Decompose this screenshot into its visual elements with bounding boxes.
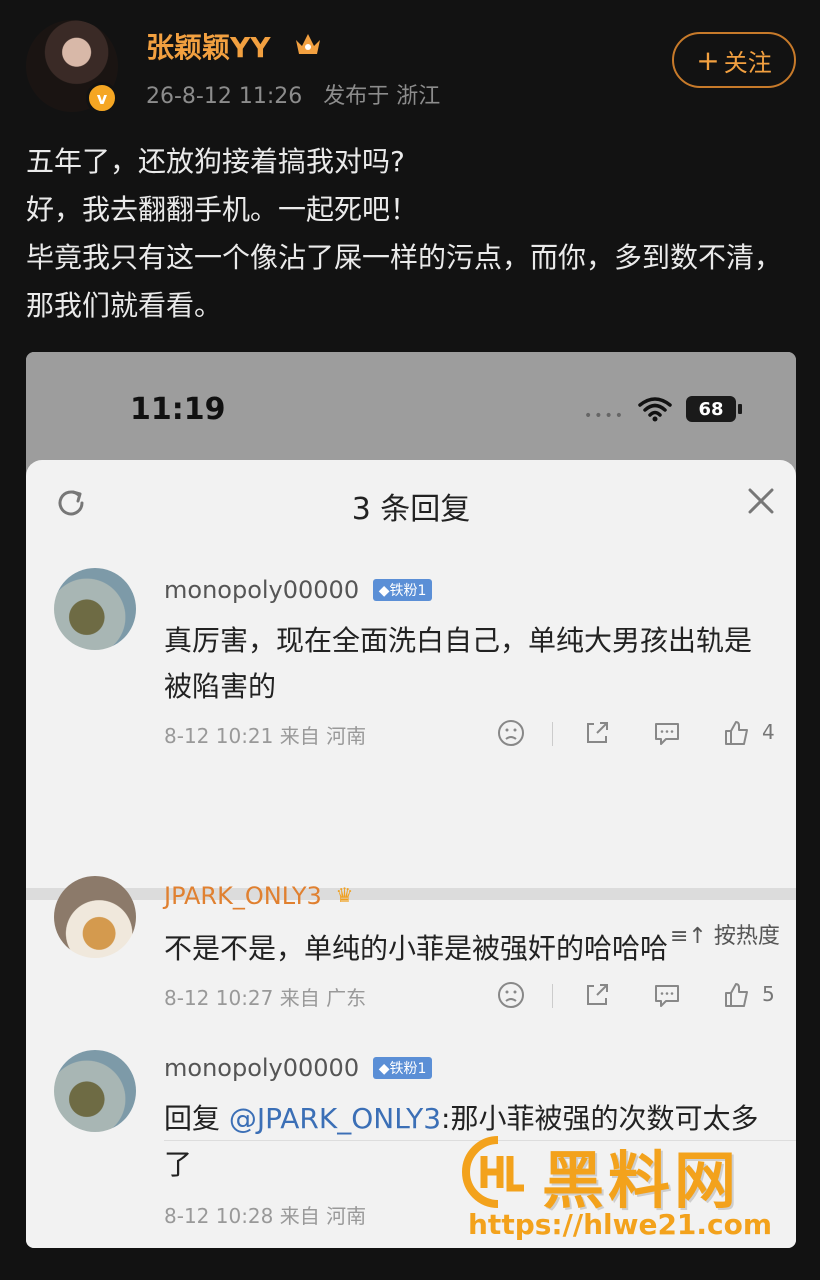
post-location: 发布于 浙江: [323, 84, 441, 109]
sheet-header: 3 条回复: [26, 460, 796, 544]
comment-meta: 8-12 10:21 来自 河南: [164, 724, 367, 748]
follow-label: 关注: [723, 48, 772, 77]
divider: [552, 722, 553, 746]
comment-meta: 8-12 10:27 来自 广东: [164, 986, 367, 1010]
share-icon[interactable]: [582, 980, 612, 1010]
post-timestamp: 26-8-12 11:26: [146, 84, 303, 109]
username[interactable]: 张颖颖YY: [146, 26, 271, 66]
comment-item: JPARK_ONLY3 ♛ 不是不是，单纯的小菲是被强奸的哈哈哈 8-12 10…: [26, 876, 796, 1076]
post-line: 毕竟我只有这一个像沾了屎一样的污点，而你，多到数不清，那我们就看看。: [26, 241, 783, 322]
comment-icon[interactable]: [652, 980, 682, 1010]
like-icon[interactable]: [722, 718, 752, 748]
comment-text: 不是不是，单纯的小菲是被强奸的哈哈哈: [164, 932, 669, 965]
embedded-screenshot[interactable]: 11:19 •••• 68 3 条回复 monopoly00000 ◆铁粉1 真…: [26, 352, 796, 1248]
close-icon[interactable]: [746, 486, 776, 516]
follow-button[interactable]: + 关注: [672, 32, 796, 88]
share-icon[interactable]: [582, 718, 612, 748]
verified-badge-icon: v: [86, 82, 118, 114]
commenter-name[interactable]: monopoly00000 ◆铁粉1: [164, 1054, 433, 1082]
like-count: 5: [762, 982, 775, 1006]
commenter-name-text: monopoly00000: [164, 576, 360, 604]
battery-icon: 68: [686, 396, 736, 422]
comment-actions: 5: [492, 980, 782, 1010]
divider: [552, 984, 553, 1008]
commenter-name-text: JPARK_ONLY3: [164, 882, 322, 910]
signal-icon: ••••: [584, 408, 626, 424]
dislike-face-icon[interactable]: [496, 718, 526, 748]
vip-crown-icon: [296, 34, 320, 54]
reply-prefix: 回复: [164, 1102, 229, 1135]
commenter-name-text: monopoly00000: [164, 1054, 360, 1082]
replies-sheet: 3 条回复 monopoly00000 ◆铁粉1 真厉害，现在全面洗白自己，单纯…: [26, 460, 796, 1248]
comment-item: monopoly00000 ◆铁粉1 真厉害，现在全面洗白自己，单纯大男孩出轨是…: [26, 568, 796, 868]
fan-badge: ◆铁粉1: [372, 1057, 433, 1079]
commenter-name[interactable]: monopoly00000 ◆铁粉1: [164, 576, 433, 604]
comment-text: 回复 @JPARK_ONLY3:那小菲被强的次数可太多了: [164, 1096, 774, 1188]
wifi-icon: [638, 397, 672, 422]
commenter-name[interactable]: JPARK_ONLY3 ♛: [164, 882, 353, 910]
post-header: v 张颖颖YY 26-8-12 11:26 发布于 浙江 + 关注: [0, 0, 820, 120]
comment-actions: 4: [492, 718, 782, 748]
dislike-face-icon[interactable]: [496, 980, 526, 1010]
sheet-title: 3 条回复: [351, 492, 471, 527]
status-bar: 11:19 •••• 68: [26, 352, 796, 460]
comment-icon[interactable]: [652, 718, 682, 748]
post-line: 好，我去翻翻手机。一起死吧！: [26, 193, 419, 226]
comment-text: 真厉害，现在全面洗白自己，单纯大男孩出轨是被陷害的: [164, 624, 753, 703]
post-meta: 26-8-12 11:26 发布于 浙江: [146, 78, 440, 110]
mention-link[interactable]: @JPARK_ONLY3: [229, 1102, 441, 1135]
like-icon[interactable]: [722, 980, 752, 1010]
battery-cap: [738, 404, 742, 414]
avatar[interactable]: [54, 876, 136, 958]
like-count: 4: [762, 720, 775, 744]
status-time: 11:19: [130, 392, 226, 427]
crown-icon: ♛: [335, 883, 354, 907]
fan-badge: ◆铁粉1: [372, 579, 433, 601]
comment-meta: 8-12 10:28 来自 河南: [164, 1204, 367, 1228]
avatar[interactable]: [54, 1050, 136, 1132]
post-body: 五年了，还放狗接着搞我对吗? 好，我去翻翻手机。一起死吧！ 毕竟我只有这一个像沾…: [26, 138, 796, 330]
plus-icon: +: [696, 43, 720, 77]
post-line: 五年了，还放狗接着搞我对吗?: [26, 145, 405, 178]
avatar[interactable]: [54, 568, 136, 650]
comment-item: monopoly00000 ◆铁粉1 回复 @JPARK_ONLY3:那小菲被强…: [26, 1050, 796, 1248]
